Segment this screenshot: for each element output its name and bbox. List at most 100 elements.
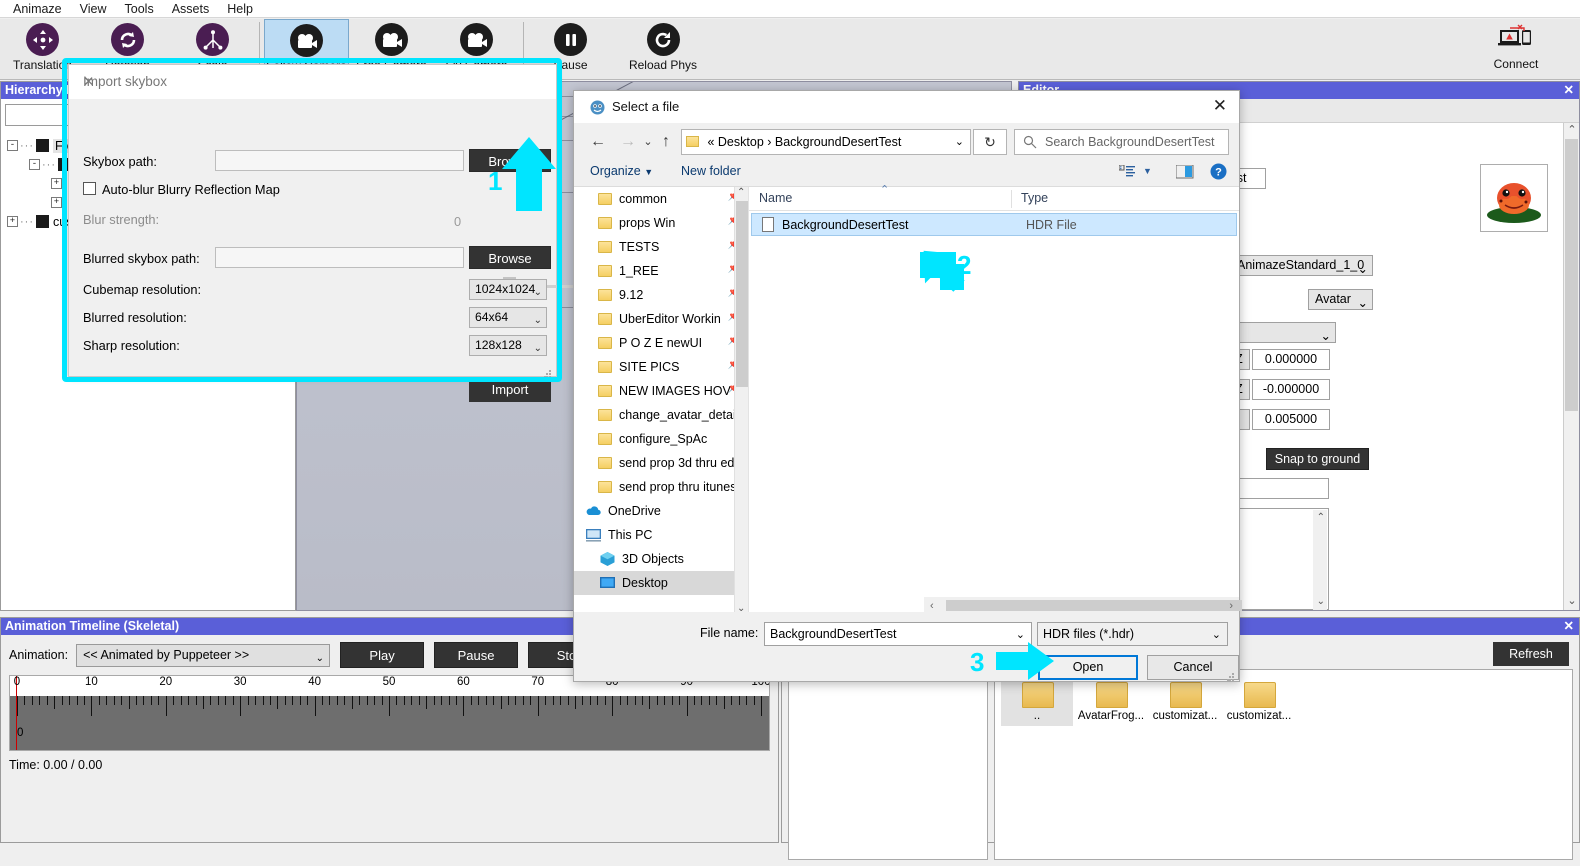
chevron-up-icon[interactable]: ⌃ xyxy=(1317,512,1325,523)
menu-item-help[interactable]: Help xyxy=(218,1,262,17)
toolbar-button-connect[interactable]: Connect xyxy=(1474,19,1558,80)
snap-to-ground-button[interactable]: Snap to ground xyxy=(1266,448,1369,470)
empty-combo[interactable]: ⌄ xyxy=(1226,322,1336,343)
expander-icon[interactable]: + xyxy=(51,197,62,208)
close-icon[interactable]: ✕ xyxy=(1213,96,1227,116)
menu-item-animaze[interactable]: Animaze xyxy=(4,1,71,17)
scrollbar-thumb[interactable] xyxy=(1565,139,1578,411)
asset-item[interactable]: customizat... xyxy=(1149,676,1221,726)
search-input[interactable]: Search BackgroundDesertTest xyxy=(1014,129,1229,155)
chevron-down-icon[interactable]: ⌄ xyxy=(1317,596,1325,607)
nav-item-new-images-hov[interactable]: NEW IMAGES HOV📌 xyxy=(574,379,748,403)
file-list[interactable]: Name Type ⌃ BackgroundDesertTest HDR Fil… xyxy=(749,184,1242,614)
menu-item-view[interactable]: View xyxy=(71,1,116,17)
asset-item[interactable]: AvatarFrog... xyxy=(1075,676,1147,726)
chevron-down-icon[interactable]: ⌄ xyxy=(955,130,964,154)
resize-grip[interactable] xyxy=(544,367,552,378)
nav-item-ubereditor-workin[interactable]: UberEditor Workin📌 xyxy=(574,307,748,331)
column-header-type[interactable]: Type xyxy=(1011,187,1048,210)
nav-item-1-ree[interactable]: 1_REE📌 xyxy=(574,259,748,283)
nav-item-configure-spac[interactable]: configure_SpAc xyxy=(574,427,748,451)
close-icon[interactable]: ✕ xyxy=(1564,82,1574,99)
timeline-ruler[interactable]: 0 0 10 20 30 40 50 60 70 80 90 100 xyxy=(9,675,770,751)
resize-grip[interactable] xyxy=(1227,670,1235,681)
refresh-button[interactable]: Refresh xyxy=(1493,642,1569,666)
new-folder-button[interactable]: New folder xyxy=(681,164,741,178)
animation-combo[interactable]: << Animated by Puppeteer >> ⌄ xyxy=(76,643,331,667)
play-button[interactable]: Play xyxy=(340,642,425,668)
blurred-browse-button[interactable]: Browse xyxy=(469,246,551,269)
nav-item-props-win[interactable]: props Win📌 xyxy=(574,211,748,235)
expander-icon[interactable]: + xyxy=(51,178,62,189)
chevron-down-icon[interactable]: ⌄ xyxy=(1212,624,1221,646)
asset-folder-tree[interactable] xyxy=(788,669,988,860)
scrollbar-thumb[interactable] xyxy=(736,201,748,387)
chevron-down-icon[interactable]: ⌄ xyxy=(1564,594,1580,610)
blurred-skybox-path-input[interactable] xyxy=(215,247,464,268)
blurred-resolution-combo[interactable]: 64x64 ⌄ xyxy=(469,307,547,328)
nav-item-tests[interactable]: TESTS📌 xyxy=(574,235,748,259)
navigation-scrollbar[interactable]: ⌃ ⌄ xyxy=(734,187,748,614)
breadcrumb[interactable]: « Desktop › BackgroundDesertTest ⌄ xyxy=(681,129,971,155)
skybox-path-input[interactable] xyxy=(215,150,464,171)
toolbar-button-reload-phys[interactable]: Reload Phys xyxy=(613,19,713,80)
ruler-tick-label: 20 xyxy=(159,676,173,688)
position-z-field[interactable]: 0.000000 xyxy=(1252,349,1330,370)
nav-item-desktop[interactable]: Desktop xyxy=(574,571,748,595)
nav-item-send-prop-3d-thru-edi[interactable]: send prop 3d thru edi xyxy=(574,451,748,475)
chevron-right-icon[interactable]: › xyxy=(1229,600,1233,612)
filetype-combo[interactable]: HDR files (*.hdr) ⌄ xyxy=(1037,622,1228,646)
type-combo[interactable]: Avatar ⌄ xyxy=(1308,289,1373,310)
asset-grid[interactable]: .. AvatarFrog... customizat... customiza… xyxy=(994,669,1573,860)
filename-input[interactable]: BackgroundDesertTest ⌄ xyxy=(764,622,1032,646)
chevron-up-icon[interactable]: ⌃ xyxy=(1564,123,1580,139)
menu-item-assets[interactable]: Assets xyxy=(163,1,219,17)
refresh-icon[interactable]: ↻ xyxy=(973,129,1007,155)
organize-button[interactable]: Organize ▼ xyxy=(590,164,653,178)
sharp-resolution-combo[interactable]: 128x128 ⌄ xyxy=(469,335,547,356)
up-button[interactable]: ↑ xyxy=(654,130,678,154)
chevron-left-icon[interactable]: ‹ xyxy=(930,600,934,612)
nav-item-p-o-z-e-newui[interactable]: P O Z E newUI📌 xyxy=(574,331,748,355)
rotation-z-field[interactable]: -0.000000 xyxy=(1252,379,1330,400)
expander-icon[interactable]: + xyxy=(7,216,18,227)
nav-item-this-pc[interactable]: This PC xyxy=(574,523,748,547)
nav-item-9-12[interactable]: 9.12📌 xyxy=(574,283,748,307)
pause-button[interactable]: Pause xyxy=(434,642,519,668)
ruler-tick xyxy=(128,696,130,709)
asset-item[interactable]: .. xyxy=(1001,676,1073,726)
nav-item-change-avatar-details[interactable]: change_avatar_details xyxy=(574,403,748,427)
description-scrollbar[interactable] xyxy=(1313,510,1327,610)
navigation-pane[interactable]: common📌props Win📌TESTS📌1_REE📌9.12📌UberEd… xyxy=(574,187,749,614)
close-icon[interactable]: ✕ xyxy=(1564,618,1574,635)
menu-item-tools[interactable]: Tools xyxy=(116,1,163,17)
editor-scrollbar[interactable]: ⌃ ⌄ xyxy=(1563,123,1579,610)
asset-item[interactable]: customizat... xyxy=(1223,676,1295,726)
nav-item-send-prop-thru-itunes[interactable]: send prop thru itunes xyxy=(574,475,748,499)
nav-item-site-pics[interactable]: SITE PICS📌 xyxy=(574,355,748,379)
chevron-up-icon[interactable]: ⌃ xyxy=(737,187,745,198)
preview-pane-icon[interactable] xyxy=(1175,164,1194,182)
nav-item-common[interactable]: common📌 xyxy=(574,187,748,211)
ruler-tick xyxy=(552,696,554,705)
cubemap-resolution-combo[interactable]: 1024x1024 ⌄ xyxy=(469,279,547,300)
expander-icon[interactable]: - xyxy=(7,140,18,151)
nav-item-label: send prop 3d thru edi xyxy=(619,456,738,470)
file-row[interactable]: BackgroundDesertTest HDR File xyxy=(751,213,1237,236)
back-button[interactable]: ← xyxy=(586,130,610,154)
import-button[interactable]: Import xyxy=(469,378,551,402)
scale-field[interactable]: 0.005000 xyxy=(1252,409,1330,430)
file-name: BackgroundDesertTest xyxy=(782,217,909,232)
close-icon[interactable]: ✕ xyxy=(83,74,545,90)
cancel-button[interactable]: Cancel xyxy=(1147,655,1239,680)
nav-item-label: Desktop xyxy=(622,576,668,590)
nav-item-onedrive[interactable]: OneDrive xyxy=(574,499,748,523)
expander-icon[interactable]: - xyxy=(29,159,40,170)
view-list-icon[interactable] xyxy=(1118,164,1136,182)
standard-combo[interactable]: AnimazeStandard_1_0 ⌄ xyxy=(1230,255,1373,276)
hscrollbar-thumb[interactable] xyxy=(946,600,1242,611)
autoblur-checkbox[interactable] xyxy=(83,182,96,195)
chevron-down-icon[interactable]: ▼ xyxy=(1143,166,1152,176)
help-icon[interactable]: ? xyxy=(1210,163,1227,183)
nav-item-3d-objects[interactable]: 3D Objects xyxy=(574,547,748,571)
